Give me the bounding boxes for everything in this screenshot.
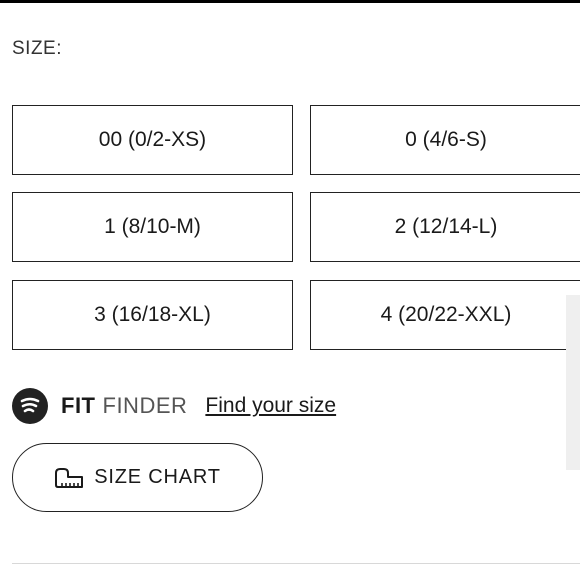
size-chart-button[interactable]: SIZE CHART <box>12 443 263 512</box>
size-option-0[interactable]: 0 (4/6-S) <box>310 105 580 175</box>
fit-finder-logo-icon <box>12 388 48 424</box>
size-option-1[interactable]: 1 (8/10-M) <box>12 192 293 262</box>
size-heading: SIZE: <box>12 38 63 59</box>
find-your-size-link[interactable]: Find your size <box>205 394 336 418</box>
fit-finder-brand-light: FINDER <box>102 393 188 418</box>
measuring-tape-icon <box>54 467 84 489</box>
fit-finder-brand-bold: FIT <box>61 393 96 418</box>
fit-finder-row: FIT FINDER Find your size <box>12 388 336 424</box>
divider <box>12 563 580 564</box>
size-option-00[interactable]: 00 (0/2-XS) <box>12 105 293 175</box>
size-option-4[interactable]: 4 (20/22-XXL) <box>310 280 580 350</box>
size-option-3[interactable]: 3 (16/18-XL) <box>12 280 293 350</box>
size-chart-label: SIZE CHART <box>94 466 221 488</box>
size-option-2[interactable]: 2 (12/14-L) <box>310 192 580 262</box>
scrollbar-track[interactable] <box>566 295 580 470</box>
top-border <box>0 0 580 3</box>
